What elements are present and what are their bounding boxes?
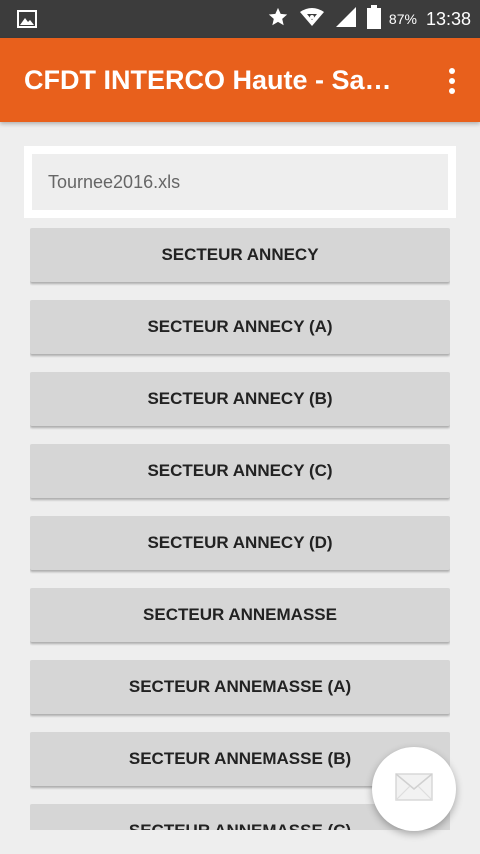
status-icons: 87% 13:38 xyxy=(257,0,471,38)
file-field-container: Tournee2016.xls xyxy=(24,146,456,218)
battery-icon xyxy=(366,4,381,34)
file-name-field[interactable]: Tournee2016.xls xyxy=(32,154,448,210)
sector-button-annemasse[interactable]: SECTEUR ANNEMASSE xyxy=(30,588,450,642)
sector-list[interactable]: SECTEUR ANNECY SECTEUR ANNECY (A) SECTEU… xyxy=(30,228,450,830)
sector-button-annemasse-a[interactable]: SECTEUR ANNEMASSE (A) xyxy=(30,660,450,714)
sector-button-annecy-b[interactable]: SECTEUR ANNECY (B) xyxy=(30,372,450,426)
more-vert-icon[interactable] xyxy=(446,66,458,96)
star-icon xyxy=(267,6,289,33)
image-icon xyxy=(17,10,37,33)
sector-button-annecy[interactable]: SECTEUR ANNECY xyxy=(30,228,450,282)
app-title: CFDT INTERCO Haute - Sa… xyxy=(24,65,392,95)
mail-icon xyxy=(395,772,433,806)
app-bar: CFDT INTERCO Haute - Sa… xyxy=(0,38,480,122)
sector-button-annecy-c[interactable]: SECTEUR ANNECY (C) xyxy=(30,444,450,498)
status-bar: 87% 13:38 xyxy=(0,0,480,38)
mail-fab-button[interactable] xyxy=(372,747,456,831)
wifi-icon xyxy=(299,7,325,32)
signal-icon xyxy=(335,6,357,33)
sector-button-annecy-d[interactable]: SECTEUR ANNECY (D) xyxy=(30,516,450,570)
sector-button-annecy-a[interactable]: SECTEUR ANNECY (A) xyxy=(30,300,450,354)
battery-percent: 87% xyxy=(388,11,417,27)
clock: 13:38 xyxy=(425,8,471,29)
